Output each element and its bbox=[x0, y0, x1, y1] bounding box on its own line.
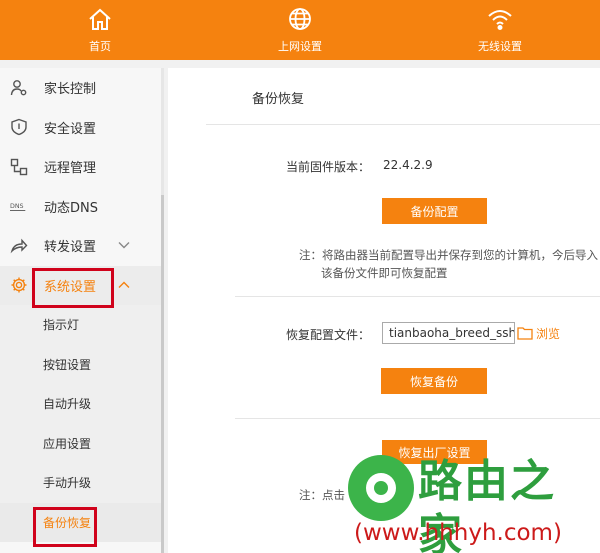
parent-control-icon bbox=[9, 78, 29, 98]
firmware-version-value: 22.4.2.9 bbox=[383, 158, 433, 172]
backup-note: 注：将路由器当前配置导出并保存到您的计算机，今后导入该备份文件即可恢复配置 bbox=[299, 248, 598, 280]
sidebar-subitem-led[interactable]: 指示灯 bbox=[0, 305, 164, 345]
watermark-url: (www.hhhyh.com) bbox=[354, 520, 562, 546]
nav-wireless-settings[interactable]: 无线设置 bbox=[400, 0, 600, 60]
sidebar: 家长控制 安全设置 远程管理 DNS 动态DNS 转发设置 系统设置 指示灯 按… bbox=[0, 68, 164, 553]
dns-icon: DNS bbox=[9, 196, 29, 216]
chevron-down-icon bbox=[118, 242, 130, 249]
restore-file-label: 恢复配置文件： bbox=[286, 328, 371, 342]
browse-button[interactable]: 浏览 bbox=[517, 322, 560, 344]
sidebar-item-parent-control[interactable]: 家长控制 bbox=[0, 68, 164, 108]
shield-icon bbox=[9, 117, 29, 137]
sidebar-scrollbar-thumb[interactable] bbox=[161, 195, 164, 553]
sidebar-item-system[interactable]: 系统设置 bbox=[0, 265, 164, 305]
remote-icon bbox=[9, 157, 29, 177]
sidebar-item-label: 家长控制 bbox=[44, 82, 97, 98]
divider bbox=[235, 296, 600, 297]
factory-note: 注：点击 bbox=[299, 488, 345, 502]
nav-wireless-label: 无线设置 bbox=[478, 40, 522, 53]
sidebar-item-ddns[interactable]: DNS 动态DNS bbox=[0, 187, 164, 227]
sidebar-subitem-manual-upgrade[interactable]: 手动升级 bbox=[0, 463, 164, 503]
nav-home[interactable]: 首页 bbox=[0, 0, 200, 60]
nav-home-label: 首页 bbox=[89, 40, 111, 53]
sidebar-item-label: 转发设置 bbox=[44, 240, 97, 256]
sidebar-subitem-auto-upgrade[interactable]: 自动升级 bbox=[0, 384, 164, 424]
sidebar-item-label: 安全设置 bbox=[44, 121, 97, 137]
globe-icon bbox=[289, 8, 311, 30]
forward-icon bbox=[9, 236, 29, 256]
sidebar-item-label: 远程管理 bbox=[44, 161, 97, 177]
home-icon bbox=[89, 8, 111, 30]
sidebar-subitem-button-settings[interactable]: 按钮设置 bbox=[0, 344, 164, 384]
sidebar-subitem-app-settings[interactable]: 应用设置 bbox=[0, 423, 164, 463]
top-nav: 首页 上网设置 无线设置 bbox=[0, 0, 600, 60]
sidebar-item-label: 系统设置 bbox=[44, 279, 97, 295]
backup-config-button[interactable]: 备份配置 bbox=[382, 198, 487, 224]
restore-backup-button[interactable]: 恢复备份 bbox=[381, 368, 487, 394]
svg-text:DNS: DNS bbox=[10, 203, 24, 210]
gear-icon bbox=[9, 275, 29, 295]
nav-internet-settings[interactable]: 上网设置 bbox=[200, 0, 400, 60]
divider bbox=[235, 418, 600, 419]
sidebar-item-remote[interactable]: 远程管理 bbox=[0, 147, 164, 187]
sidebar-item-label: 动态DNS bbox=[44, 200, 98, 216]
sidebar-item-security[interactable]: 安全设置 bbox=[0, 108, 164, 148]
sidebar-item-forwarding[interactable]: 转发设置 bbox=[0, 226, 164, 266]
restore-file-input[interactable]: tianbaoha_breed_ssh bbox=[382, 322, 515, 344]
firmware-version-label: 当前固件版本： bbox=[286, 160, 371, 174]
nav-internet-label: 上网设置 bbox=[278, 40, 322, 53]
divider bbox=[206, 124, 600, 125]
wifi-icon bbox=[488, 10, 512, 30]
sidebar-subitem-backup-restore[interactable]: 备份恢复 bbox=[0, 502, 164, 542]
chevron-up-icon bbox=[118, 281, 130, 288]
page-title: 备份恢复 bbox=[252, 92, 305, 107]
browse-label: 浏览 bbox=[536, 326, 561, 341]
folder-icon bbox=[517, 327, 533, 340]
watermark-logo-core bbox=[374, 481, 388, 495]
